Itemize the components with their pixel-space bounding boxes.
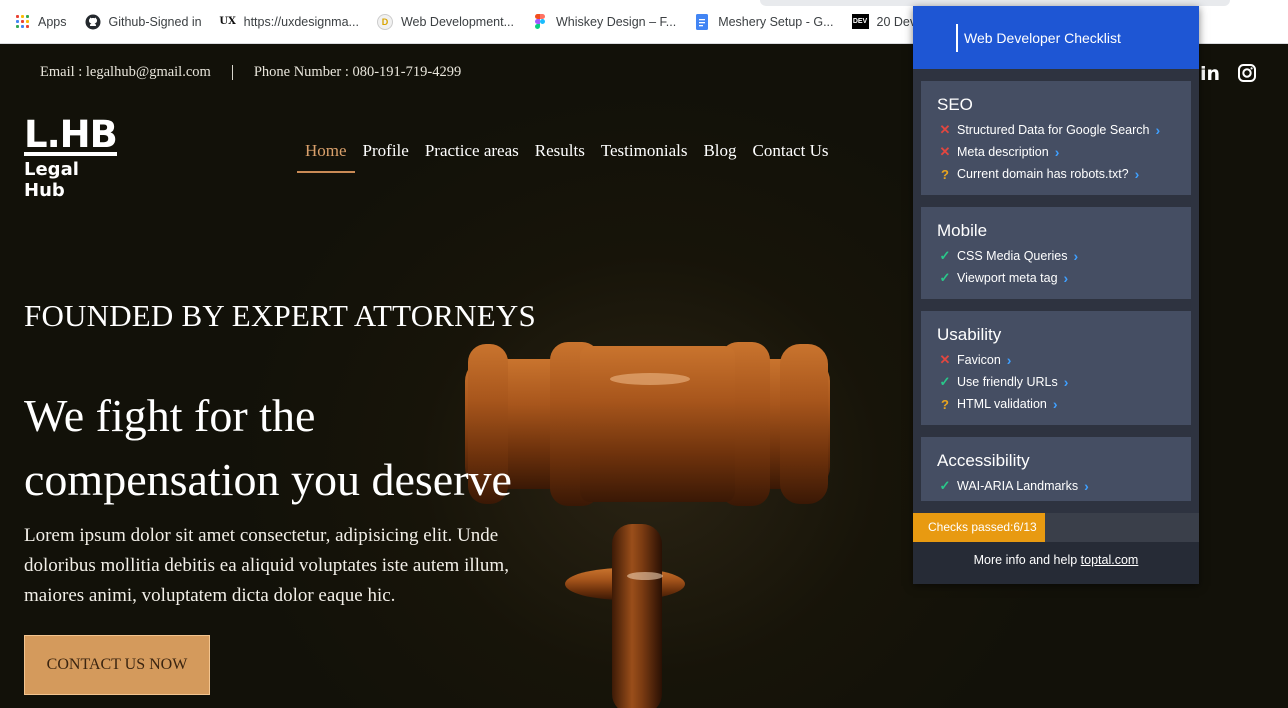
chevron-right-icon: ›: [1134, 166, 1140, 182]
checklist-item-label: Meta description: [957, 145, 1049, 159]
checklist-item-label: Structured Data for Google Search: [957, 123, 1150, 137]
checklist-item[interactable]: ✕ Favicon ›: [937, 349, 1175, 371]
checklist-item[interactable]: ✕ Structured Data for Google Search ›: [937, 119, 1175, 141]
toptal-link[interactable]: toptal.com: [1081, 553, 1139, 567]
section-title: Usability: [937, 325, 1002, 344]
section-title: Mobile: [937, 221, 988, 240]
checklist-item-label: Use friendly URLs: [957, 375, 1058, 389]
linkedin-icon[interactable]: in: [1200, 64, 1220, 87]
checklist-section-seo: SEO ✕ Structured Data for Google Search › ✕ M…: [921, 81, 1191, 195]
bookmark-label: Github-Signed in: [108, 14, 202, 29]
question-icon: ?: [941, 396, 949, 412]
nav-profile[interactable]: Profile: [355, 140, 417, 173]
extension-header: Web Developer Checklist: [913, 6, 1199, 69]
chevron-right-icon: ›: [1063, 270, 1069, 286]
contact-bar: Email : legalhub@gmail.com Phone Number …: [40, 64, 461, 81]
more-info: More info and help toptal.com: [913, 553, 1199, 567]
bookmark-label: Meshery Setup - G...: [718, 14, 834, 29]
section-title: Accessibility: [937, 451, 1030, 470]
headline-line-1: We fight for the: [24, 390, 316, 441]
checklist-item-label: HTML validation: [957, 397, 1047, 411]
chevron-right-icon: ›: [1054, 144, 1060, 160]
bookmark-web-development[interactable]: D Web Development...: [376, 13, 514, 30]
checklist-item-label: WAI-ARIA Landmarks: [957, 479, 1079, 493]
bookmark-github[interactable]: Github-Signed in: [85, 14, 202, 30]
logo-text: Legal Hub: [24, 159, 79, 201]
section-title: SEO: [937, 95, 973, 114]
ux-icon: UX: [219, 16, 236, 27]
bookmark-apps[interactable]: Apps: [14, 14, 67, 30]
checklist-extension-popup: Web Developer Checklist SEO ✕ Structured D…: [913, 6, 1199, 584]
nav-practice-areas[interactable]: Practice areas: [417, 140, 527, 173]
checklist-item[interactable]: ? Current domain has robots.txt? ›: [937, 163, 1175, 185]
main-nav: Home Profile Practice areas Results Test…: [297, 140, 837, 173]
cross-icon: ✕: [939, 144, 951, 159]
dev-icon: DEV: [851, 14, 869, 29]
contact-email[interactable]: Email : legalhub@gmail.com: [40, 64, 211, 81]
google-docs-icon: [694, 13, 710, 30]
nav-home[interactable]: Home: [297, 140, 355, 173]
web-dev-icon: D: [376, 13, 393, 30]
checklist-item-label: Current domain has robots.txt?: [957, 167, 1129, 181]
chevron-right-icon: ›: [1084, 478, 1089, 494]
chevron-right-icon: ›: [1052, 396, 1058, 412]
bookmark-label: Web Development...: [400, 14, 514, 29]
checklist-item[interactable]: ✓ Use friendly URLs ›: [937, 371, 1175, 393]
nav-contact-us[interactable]: Contact Us: [745, 140, 837, 173]
logo-mark: L.HB: [24, 113, 118, 156]
checklist-section-mobile: Mobile ✓ CSS Media Queries › ✓ Viewport meta …: [921, 207, 1191, 299]
social-links: in: [1200, 64, 1256, 87]
chevron-right-icon: ›: [1006, 352, 1012, 368]
nav-testimonials[interactable]: Testimonials: [593, 140, 696, 173]
bookmark-label: https://uxdesignma...: [243, 14, 359, 29]
extension-title: Web Developer Checklist: [964, 29, 1121, 46]
checklist-item[interactable]: ✓ WAI-ARIA Landmarks ›: [937, 475, 1175, 497]
figma-icon: [532, 14, 548, 30]
check-icon: ✓: [939, 248, 951, 263]
checklist-item[interactable]: ✕ Meta description ›: [937, 141, 1175, 163]
site-logo[interactable]: L.HB Legal Hub: [24, 113, 124, 201]
nav-blog[interactable]: Blog: [695, 140, 744, 173]
bookmark-label: Whiskey Design – F...: [556, 14, 677, 29]
checklist-section-usability: Usability ✕ Favicon › ✓ Use friendly URLs ›? HT…: [921, 311, 1191, 425]
cross-icon: ✕: [939, 352, 951, 367]
checklist-item[interactable]: ✓ CSS Media Queries ›: [937, 245, 1175, 267]
checklist-item[interactable]: ✓ Viewport meta tag ›: [937, 267, 1175, 289]
bookmark-whiskey-design[interactable]: Whiskey Design – F...: [532, 14, 676, 30]
checklist-item[interactable]: ? HTML validation ›: [937, 393, 1175, 415]
chevron-right-icon: ›: [1063, 374, 1069, 390]
hero-eyebrow: FOUNDED BY EXPERT ATTORNEYS: [24, 298, 536, 333]
question-icon: ?: [941, 166, 949, 182]
checklist-item-label: Viewport meta tag: [957, 271, 1058, 285]
hero-headline: We fight for the compensation you deserv…: [24, 384, 564, 512]
more-info-text: More info and help: [973, 553, 1078, 567]
check-icon: ✓: [939, 374, 951, 389]
checklist-section-accessibility: Accessibility ✓ WAI-ARIA Landmarks ›: [921, 437, 1191, 501]
divider: [231, 65, 233, 80]
bookmark-uxdesign[interactable]: UX https://uxdesignma...: [219, 14, 359, 30]
nav-results[interactable]: Results: [527, 140, 593, 173]
apps-grid-icon: [14, 14, 30, 30]
checklist-item-label: Favicon: [957, 353, 1001, 367]
chevron-right-icon: ›: [1155, 122, 1161, 138]
hero-description: Lorem ipsum dolor sit amet consectetur, …: [24, 525, 509, 606]
contact-us-now-button[interactable]: CONTACT US NOW: [24, 635, 210, 695]
contact-phone[interactable]: Phone Number : 080-191-719-4299: [254, 64, 461, 81]
github-icon: [85, 14, 101, 30]
bookmark-label: Apps: [38, 14, 67, 29]
cross-icon: ✕: [939, 122, 951, 137]
check-icon: ✓: [939, 270, 951, 285]
checks-progress-fill: Checks passed:6/13: [913, 513, 1045, 542]
checks-progress-bar: Checks passed:6/13: [913, 513, 1199, 542]
checklist-item-label: CSS Media Queries: [957, 249, 1068, 263]
header-divider: [956, 23, 958, 52]
headline-line-2: compensation you deserve: [24, 454, 512, 505]
extension-footer: Checks passed:6/13 More info and help to…: [913, 513, 1199, 584]
check-icon: ✓: [939, 478, 951, 493]
chevron-right-icon: ›: [1073, 248, 1079, 264]
instagram-icon[interactable]: [1238, 64, 1256, 87]
bookmark-meshery-setup[interactable]: Meshery Setup - G...: [694, 13, 834, 30]
checklist-body[interactable]: SEO ✕ Structured Data for Google Search › ✕ M…: [913, 69, 1199, 501]
